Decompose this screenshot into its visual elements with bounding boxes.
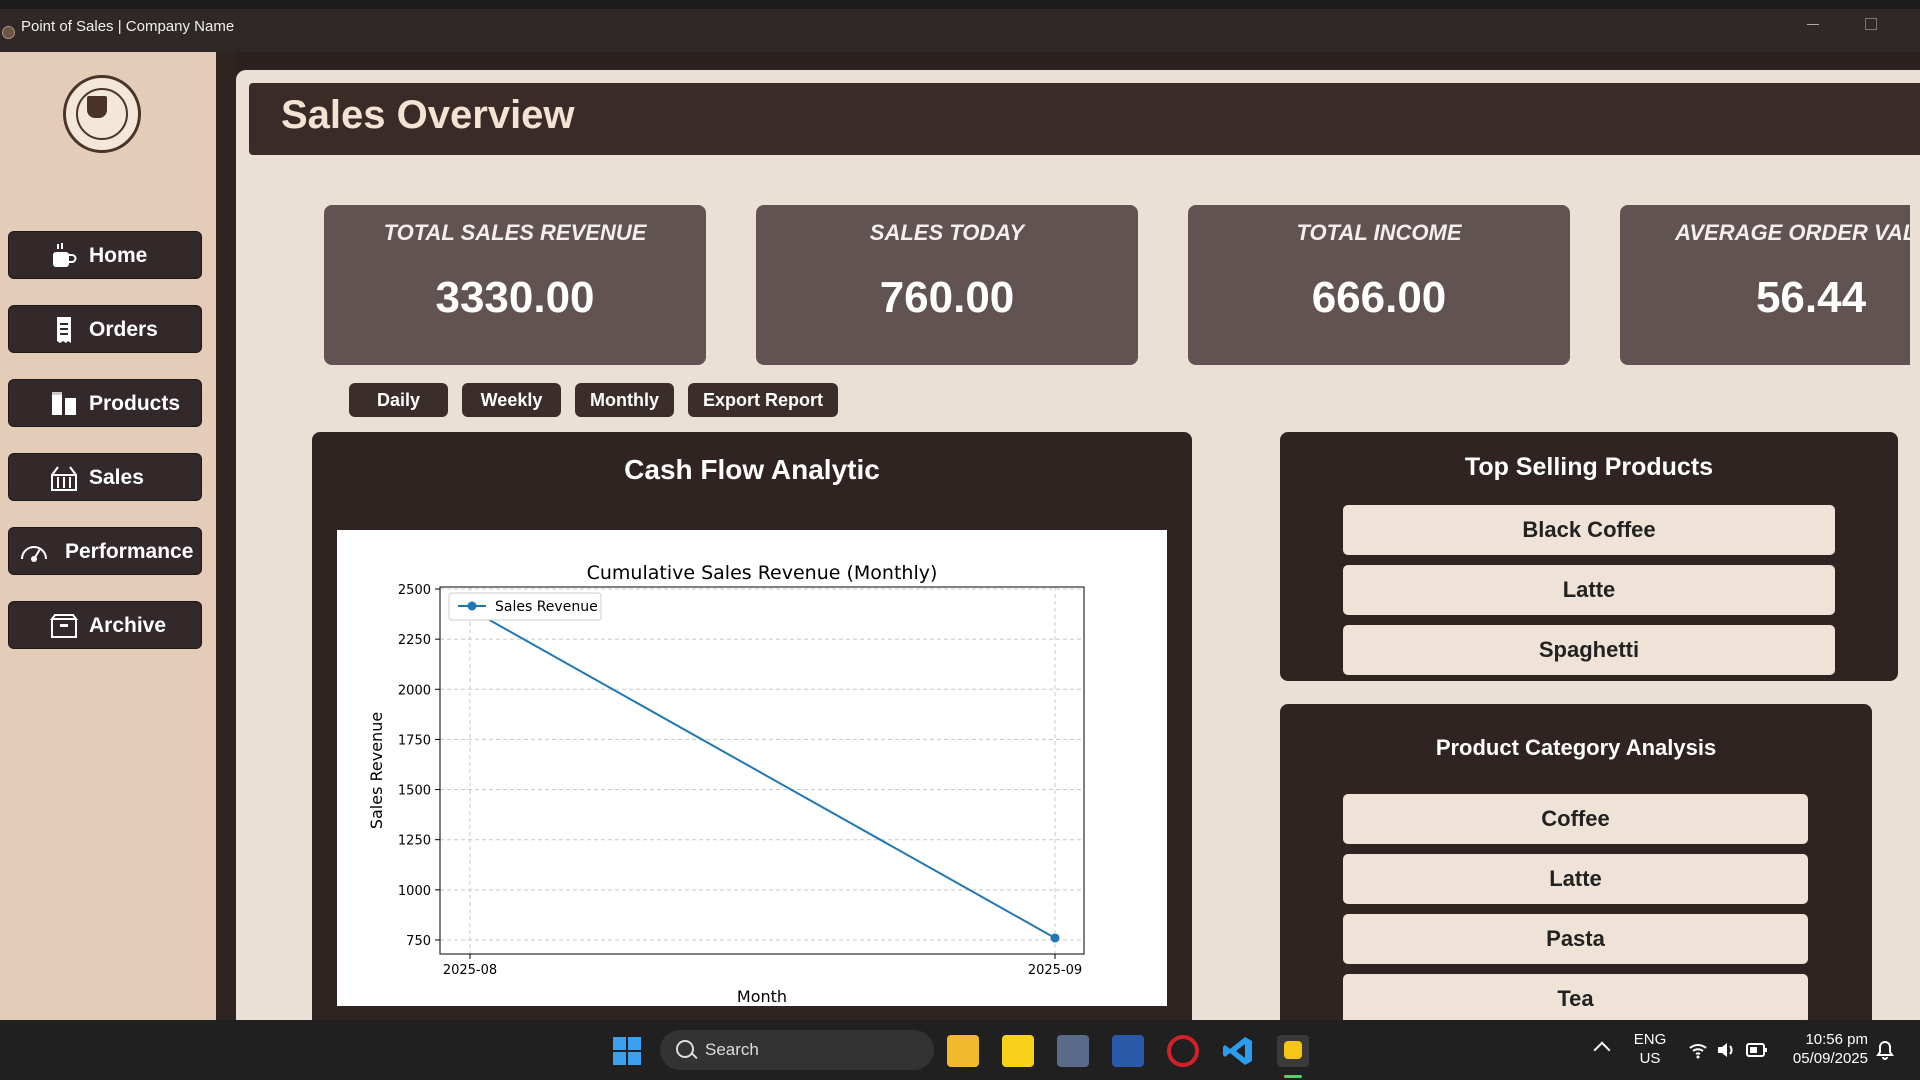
- calculator-icon[interactable]: [1057, 1035, 1089, 1067]
- total-sales-revenue-card: TOTAL SALES REVENUE 3330.00: [324, 205, 706, 365]
- nav-sales-label: Sales: [89, 466, 144, 489]
- python-app-icon[interactable]: [1277, 1035, 1309, 1067]
- taskbar-search[interactable]: Search: [660, 1030, 934, 1070]
- y-tick-label: 1250: [398, 834, 431, 849]
- search-icon: [676, 1040, 694, 1058]
- weekly-button[interactable]: Weekly: [462, 383, 561, 417]
- start-windows-icon[interactable]: [611, 1035, 643, 1067]
- gauge-icon: [21, 546, 47, 562]
- y-tick-label: 2000: [398, 683, 431, 698]
- legend-label: Sales Revenue: [495, 599, 598, 615]
- sidebar-divider: [216, 52, 236, 1020]
- notification-bell-icon[interactable]: [1876, 1040, 1894, 1060]
- y-axis-label: Sales Revenue: [367, 712, 386, 829]
- nav-products-label: Products: [89, 392, 181, 415]
- sales-today-card: SALES TODAY 760.00: [756, 205, 1138, 365]
- page-header: Sales Overview: [249, 83, 1920, 155]
- receipt-icon: [57, 317, 71, 343]
- nav-home-button[interactable]: Home: [8, 231, 202, 279]
- legend-marker: [467, 601, 477, 611]
- category-item: Tea: [1343, 974, 1808, 1024]
- monthly-button[interactable]: Monthly: [575, 383, 674, 417]
- daily-button[interactable]: Daily: [349, 383, 448, 417]
- nav-archive-label: Archive: [89, 614, 167, 637]
- chart-title: Cumulative Sales Revenue (Monthly): [587, 562, 938, 584]
- export-report-button[interactable]: Export Report: [688, 383, 838, 417]
- y-tick-label: 750: [406, 934, 431, 949]
- line-chart: 750 1000 1250 1500 1750 2000 2250 2500 2025-08 20…: [367, 562, 1085, 1006]
- x-tick-label: 2025-09: [1028, 963, 1082, 978]
- card-value: 666.00: [1311, 273, 1447, 322]
- window-titlebar: Point of Sales | Company Name: [0, 0, 1920, 52]
- top-selling-title: Top Selling Products: [1464, 453, 1714, 481]
- total-income-card: TOTAL INCOME 666.00: [1188, 205, 1570, 365]
- card-value: 760.00: [879, 273, 1015, 322]
- category-item: Coffee: [1343, 794, 1808, 844]
- nav-archive-button[interactable]: Archive: [8, 601, 202, 649]
- top-selling-item: Black Coffee: [1343, 505, 1835, 555]
- average-order-value-card: AVERAGE ORDER VALUE 56.44: [1620, 205, 1920, 365]
- word-icon[interactable]: [1112, 1035, 1144, 1067]
- card-title: TOTAL INCOME: [1296, 220, 1462, 245]
- volume-icon[interactable]: [1716, 1040, 1736, 1060]
- nav-orders-label: Orders: [89, 318, 158, 341]
- cash-flow-chart: 750 1000 1250 1500 1750 2000 2250 2500 2025-08 20…: [337, 530, 1167, 1006]
- chevron-up-icon[interactable]: [1593, 1041, 1611, 1059]
- nav-performance-button[interactable]: Performance: [8, 527, 202, 575]
- card-title: AVERAGE ORDER VALUE: [1675, 220, 1920, 245]
- y-tick-label: 1500: [398, 784, 431, 799]
- window-title: Point of Sales | Company Name: [21, 18, 235, 35]
- nav-home-label: Home: [89, 244, 148, 267]
- top-selling-item: Latte: [1343, 565, 1835, 615]
- y-tick-label: 2250: [398, 633, 431, 648]
- cash-flow-title: Cash Flow Analytic: [624, 454, 880, 485]
- maximize-button[interactable]: [1865, 18, 1877, 30]
- card-title: SALES TODAY: [869, 220, 1025, 245]
- wifi-icon[interactable]: [1688, 1040, 1708, 1060]
- vscode-icon[interactable]: [1222, 1035, 1254, 1067]
- page-title: Sales Overview: [281, 93, 575, 137]
- products-icon: [52, 392, 76, 415]
- y-tick-label: 1000: [398, 884, 431, 899]
- card-value: 3330.00: [435, 273, 595, 322]
- coffee-cup-icon: [53, 243, 77, 267]
- archive-box-icon: [50, 614, 78, 638]
- top-selling-item: Spaghetti: [1343, 625, 1835, 675]
- card-value: 56.44: [1755, 273, 1867, 322]
- nav-sales-button[interactable]: Sales: [8, 453, 202, 501]
- card-edge-strip: [1910, 205, 1920, 365]
- basket-icon: [51, 466, 77, 491]
- nav-products-button[interactable]: Products: [8, 379, 202, 427]
- nav-orders-button[interactable]: Orders: [8, 305, 202, 353]
- category-analysis-title: Product Category Analysis: [1435, 735, 1717, 760]
- active-app-indicator: [1284, 1075, 1302, 1078]
- search-placeholder: Search: [705, 1040, 759, 1059]
- y-tick-label: 2500: [398, 583, 431, 598]
- series-line: [469, 608, 1056, 939]
- nav-performance-label: Performance: [65, 540, 194, 563]
- minimize-button[interactable]: [1807, 17, 1821, 31]
- data-point: [1050, 933, 1060, 943]
- x-axis-label: Month: [737, 987, 787, 1006]
- language-indicator[interactable]: ENG US: [1628, 1030, 1672, 1068]
- x-tick-label: 2025-08: [443, 963, 497, 978]
- file-explorer-icon[interactable]: [947, 1035, 979, 1067]
- y-tick-label: 1750: [398, 733, 431, 748]
- category-item: Latte: [1343, 854, 1808, 904]
- coffee-shop-logo: [63, 75, 141, 153]
- logo-cup-icon: [87, 96, 107, 118]
- opera-icon[interactable]: [1167, 1035, 1199, 1067]
- clock[interactable]: 10:56 pm 05/09/2025: [1784, 1030, 1868, 1068]
- battery-icon[interactable]: [1746, 1042, 1768, 1058]
- category-item: Pasta: [1343, 914, 1808, 964]
- sticky-notes-icon[interactable]: [1002, 1035, 1034, 1067]
- card-title: TOTAL SALES REVENUE: [383, 220, 647, 245]
- app-icon: [2, 26, 15, 39]
- taskbar: Search ENG US 10:56 pm 05/09/2025: [0, 1020, 1920, 1080]
